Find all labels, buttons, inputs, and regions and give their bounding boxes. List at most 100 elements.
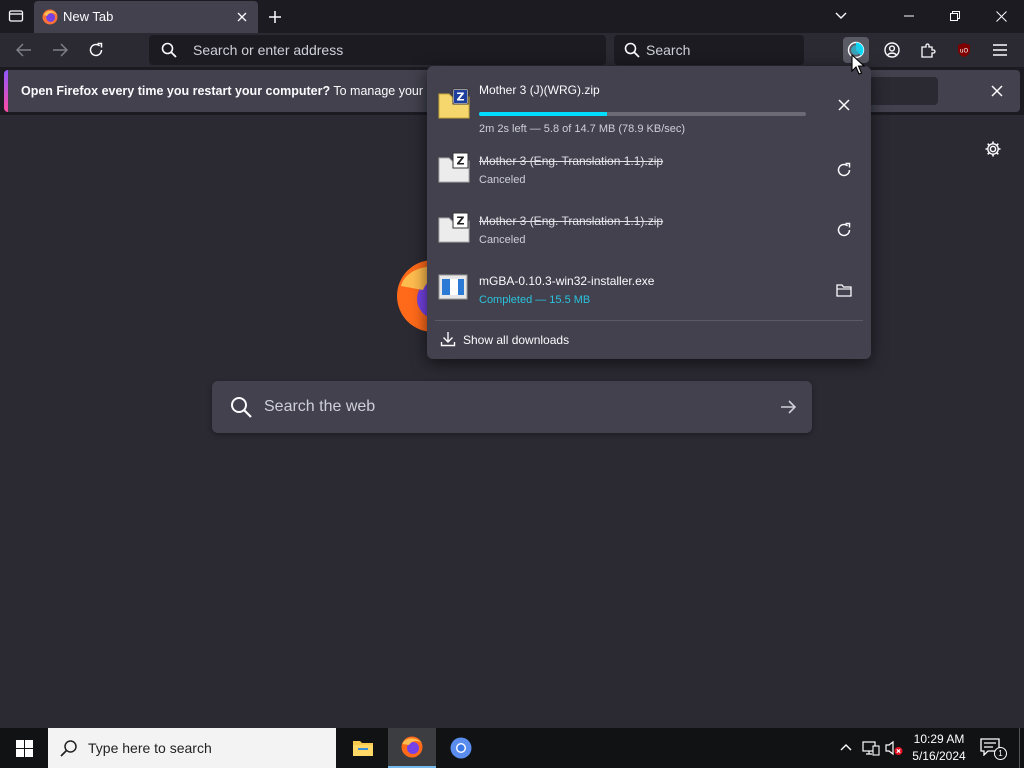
search-input[interactable] bbox=[646, 35, 796, 65]
forward-button[interactable] bbox=[47, 37, 73, 63]
mouse-cursor-icon bbox=[851, 54, 865, 75]
downloads-panel: Z Mother 3 (J)(WRG).zip 2m 2s left — 5.8… bbox=[427, 66, 871, 359]
search-bar[interactable] bbox=[614, 35, 804, 65]
web-search-box[interactable] bbox=[212, 381, 812, 433]
show-all-downloads-label: Show all downloads bbox=[463, 333, 570, 347]
app-menu-button[interactable] bbox=[987, 37, 1013, 63]
download-item[interactable]: Z Mother 3 (Eng. Translation 1.1).zip Ca… bbox=[427, 140, 871, 200]
volume-tray-button[interactable] bbox=[885, 740, 903, 756]
retry-download-button[interactable] bbox=[831, 217, 857, 243]
list-all-tabs-button[interactable] bbox=[830, 6, 852, 26]
zip-file-icon: Z bbox=[438, 88, 470, 119]
reload-button[interactable] bbox=[83, 37, 109, 63]
action-center-button[interactable]: 1 bbox=[980, 738, 1007, 760]
download-progress-bar bbox=[479, 112, 806, 116]
system-clock[interactable]: 10:29 AM 5/16/2024 bbox=[906, 731, 972, 765]
minimize-icon bbox=[904, 15, 914, 17]
download-icon bbox=[440, 332, 456, 347]
download-status: Completed — 15.5 MB bbox=[479, 294, 591, 306]
svg-text:Z: Z bbox=[457, 215, 465, 228]
reload-icon bbox=[89, 42, 103, 57]
taskbar-firefox[interactable] bbox=[388, 728, 436, 768]
close-icon bbox=[995, 10, 1007, 22]
tab-title: New Tab bbox=[63, 9, 114, 24]
notification-action-button[interactable] bbox=[866, 77, 938, 105]
search-icon bbox=[624, 42, 640, 58]
search-icon bbox=[231, 397, 252, 418]
gear-icon bbox=[985, 141, 1001, 157]
navigation-toolbar: uO bbox=[0, 33, 1024, 67]
volume-muted-icon bbox=[885, 740, 903, 756]
download-item[interactable]: Z Mother 3 (Eng. Translation 1.1).zip Ca… bbox=[427, 200, 871, 260]
extensions-button[interactable] bbox=[915, 37, 941, 63]
tab-close-button[interactable] bbox=[232, 7, 252, 27]
address-bar[interactable] bbox=[149, 35, 606, 65]
restore-icon bbox=[950, 11, 960, 21]
puzzle-icon bbox=[921, 43, 936, 58]
hamburger-icon bbox=[993, 44, 1007, 56]
download-status: 2m 2s left — 5.8 of 14.7 MB (78.9 KB/sec… bbox=[479, 123, 686, 135]
windows-logo-icon bbox=[15, 739, 33, 757]
svg-text:Z: Z bbox=[457, 91, 465, 104]
retry-icon bbox=[837, 222, 851, 237]
chevron-up-icon[interactable] bbox=[838, 740, 854, 756]
network-tray-button[interactable] bbox=[862, 740, 880, 756]
chevron-down-icon bbox=[835, 12, 847, 19]
forward-arrow-icon bbox=[53, 43, 68, 57]
web-search-input[interactable] bbox=[264, 381, 764, 433]
tab-new-tab[interactable]: New Tab bbox=[34, 1, 258, 33]
plus-icon bbox=[269, 11, 281, 23]
notification-count-badge: 1 bbox=[994, 747, 1007, 760]
new-tab-button[interactable] bbox=[264, 6, 286, 28]
cancel-icon bbox=[838, 99, 850, 111]
notification-text: Open Firefox every time you restart your… bbox=[21, 84, 453, 98]
personalize-button[interactable] bbox=[982, 138, 1004, 160]
notification-title: Open Firefox every time you restart your… bbox=[21, 84, 331, 98]
network-icon bbox=[862, 741, 880, 756]
close-icon bbox=[237, 12, 247, 22]
retry-download-button[interactable] bbox=[831, 157, 857, 183]
notification-close-button[interactable] bbox=[986, 80, 1008, 102]
cancel-download-button[interactable] bbox=[831, 92, 857, 118]
start-button[interactable] bbox=[0, 728, 48, 768]
firefox-icon bbox=[42, 9, 58, 25]
taskbar-file-explorer[interactable] bbox=[339, 728, 387, 768]
taskbar-chrome[interactable] bbox=[437, 728, 485, 768]
ublock-origin-icon: uO bbox=[958, 43, 970, 57]
show-in-folder-button[interactable] bbox=[831, 277, 857, 303]
download-filename: Mother 3 (Eng. Translation 1.1).zip bbox=[479, 214, 664, 228]
show-all-downloads-button[interactable]: Show all downloads bbox=[435, 324, 863, 354]
close-window-button[interactable] bbox=[978, 0, 1024, 32]
zip-file-icon: Z bbox=[438, 152, 470, 183]
taskbar: Type here to search 10:29 AM 5/16/2024 1 bbox=[0, 728, 1024, 768]
clock-date: 5/16/2024 bbox=[912, 749, 966, 763]
ublock-origin-button[interactable]: uO bbox=[951, 37, 977, 63]
file-explorer-icon bbox=[353, 741, 373, 756]
installer-file-icon bbox=[438, 274, 468, 300]
show-desktop-button[interactable] bbox=[1019, 728, 1024, 768]
download-item[interactable]: mGBA-0.10.3-win32-installer.exe Complete… bbox=[427, 260, 871, 320]
address-input[interactable] bbox=[193, 35, 593, 65]
clock-time: 10:29 AM bbox=[913, 732, 965, 746]
search-icon bbox=[161, 42, 177, 58]
zip-file-icon: Z bbox=[438, 212, 470, 243]
arrow-right-icon[interactable] bbox=[778, 397, 798, 417]
taskbar-search-box[interactable]: Type here to search bbox=[48, 728, 336, 768]
minimize-button[interactable] bbox=[886, 0, 932, 32]
account-icon bbox=[884, 42, 900, 58]
firefox-view-button[interactable] bbox=[4, 5, 28, 27]
retry-icon bbox=[837, 162, 851, 177]
firefox-view-icon bbox=[8, 10, 24, 22]
taskbar-search-placeholder: Type here to search bbox=[88, 740, 212, 756]
notification-accent bbox=[4, 70, 8, 112]
account-button[interactable] bbox=[879, 37, 905, 63]
restore-button[interactable] bbox=[932, 0, 978, 32]
close-icon bbox=[991, 85, 1003, 97]
download-filename: Mother 3 (Eng. Translation 1.1).zip bbox=[479, 154, 664, 168]
download-filename: mGBA-0.10.3-win32-installer.exe bbox=[479, 274, 655, 288]
firefox-icon bbox=[401, 736, 423, 758]
download-filename: Mother 3 (J)(WRG).zip bbox=[479, 83, 600, 97]
tab-strip: New Tab bbox=[0, 0, 1024, 33]
back-button[interactable] bbox=[11, 37, 37, 63]
download-item[interactable]: Z Mother 3 (J)(WRG).zip 2m 2s left — 5.8… bbox=[427, 76, 871, 136]
